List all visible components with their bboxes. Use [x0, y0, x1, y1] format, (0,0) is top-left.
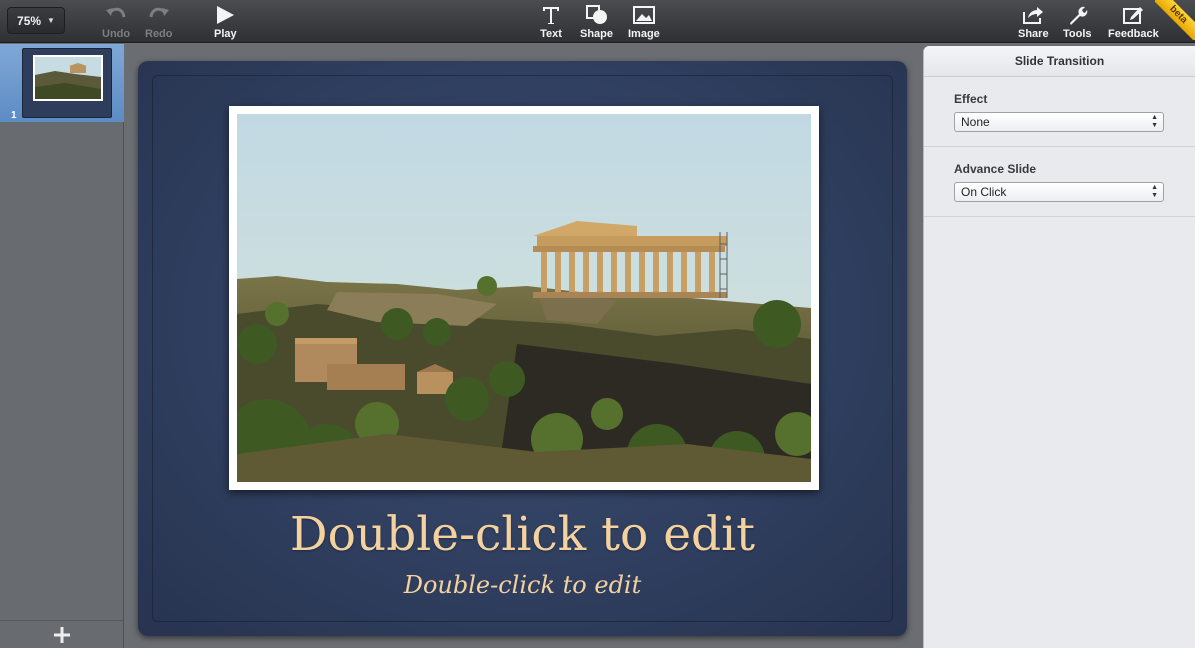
zoom-value: 75% [17, 13, 42, 28]
advance-value: On Click [961, 185, 1007, 199]
image-label: Image [628, 28, 660, 40]
share-button[interactable]: Share [1018, 4, 1049, 40]
redo-button[interactable]: Redo [145, 4, 173, 40]
toolbar: 75% ▼ Undo Redo Play Text Shape Image Sh… [0, 0, 1195, 43]
slide-thumbnail-selected[interactable]: 1 [0, 44, 124, 122]
slide-navigator: 1 [0, 44, 124, 648]
image-button[interactable]: Image [628, 4, 660, 40]
effect-select[interactable]: None ▲ ▼ [954, 112, 1164, 132]
temple-photo [237, 114, 811, 482]
undo-icon [106, 7, 126, 18]
inspector-panel: Slide Transition Effect None ▲ ▼ Advance … [923, 46, 1195, 648]
chevron-down-icon: ▼ [47, 16, 55, 25]
effect-section: Effect None ▲ ▼ [924, 77, 1195, 147]
image-icon [632, 6, 655, 24]
redo-label: Redo [145, 28, 173, 40]
slide-subtitle[interactable]: Double-click to edit [138, 571, 907, 599]
select-arrows-icon: ▲ ▼ [1151, 114, 1158, 129]
shape-label: Shape [580, 28, 614, 40]
slide[interactable]: Double-click to edit Double-click to edi… [138, 61, 907, 636]
effect-value: None [961, 115, 990, 129]
plus-icon [54, 626, 70, 643]
slide-canvas: Double-click to edit Double-click to edi… [125, 44, 923, 648]
add-slide-button[interactable] [0, 620, 124, 648]
select-arrows-icon: ▲ ▼ [1151, 184, 1158, 199]
advance-label: Advance Slide [954, 162, 1037, 176]
slide-thumbnail[interactable] [22, 48, 112, 118]
text-icon [543, 7, 559, 24]
share-label: Share [1018, 28, 1049, 40]
shape-button[interactable]: Shape [580, 4, 613, 40]
feedback-icon [1123, 7, 1144, 24]
slide-title[interactable]: Double-click to edit [138, 507, 907, 562]
slide-photo[interactable] [229, 106, 819, 490]
redo-icon [149, 7, 169, 18]
play-button[interactable]: Play [214, 4, 237, 40]
thumbnail-image [33, 55, 103, 101]
effect-label: Effect [954, 92, 988, 106]
feedback-button[interactable]: Feedback [1108, 4, 1159, 40]
tools-button[interactable]: Tools [1063, 4, 1092, 40]
wrench-icon [1070, 6, 1088, 25]
beta-ribbon: beta [1155, 0, 1195, 40]
play-icon [217, 6, 235, 24]
feedback-label: Feedback [1108, 28, 1159, 40]
inspector-title: Slide Transition [924, 46, 1195, 77]
advance-section: Advance Slide On Click ▲ ▼ [924, 147, 1195, 217]
play-label: Play [214, 28, 237, 40]
undo-label: Undo [102, 28, 131, 40]
shape-icon [585, 5, 607, 24]
advance-select[interactable]: On Click ▲ ▼ [954, 182, 1164, 202]
undo-button[interactable]: Undo [102, 4, 130, 40]
tools-label: Tools [1063, 28, 1092, 40]
share-icon [1023, 7, 1044, 24]
beta-label: beta [1155, 0, 1195, 40]
zoom-dropdown[interactable]: 75% ▼ [7, 7, 65, 34]
slide-number: 1 [11, 110, 17, 121]
text-label: Text [540, 28, 562, 40]
text-button[interactable]: Text [540, 4, 562, 40]
